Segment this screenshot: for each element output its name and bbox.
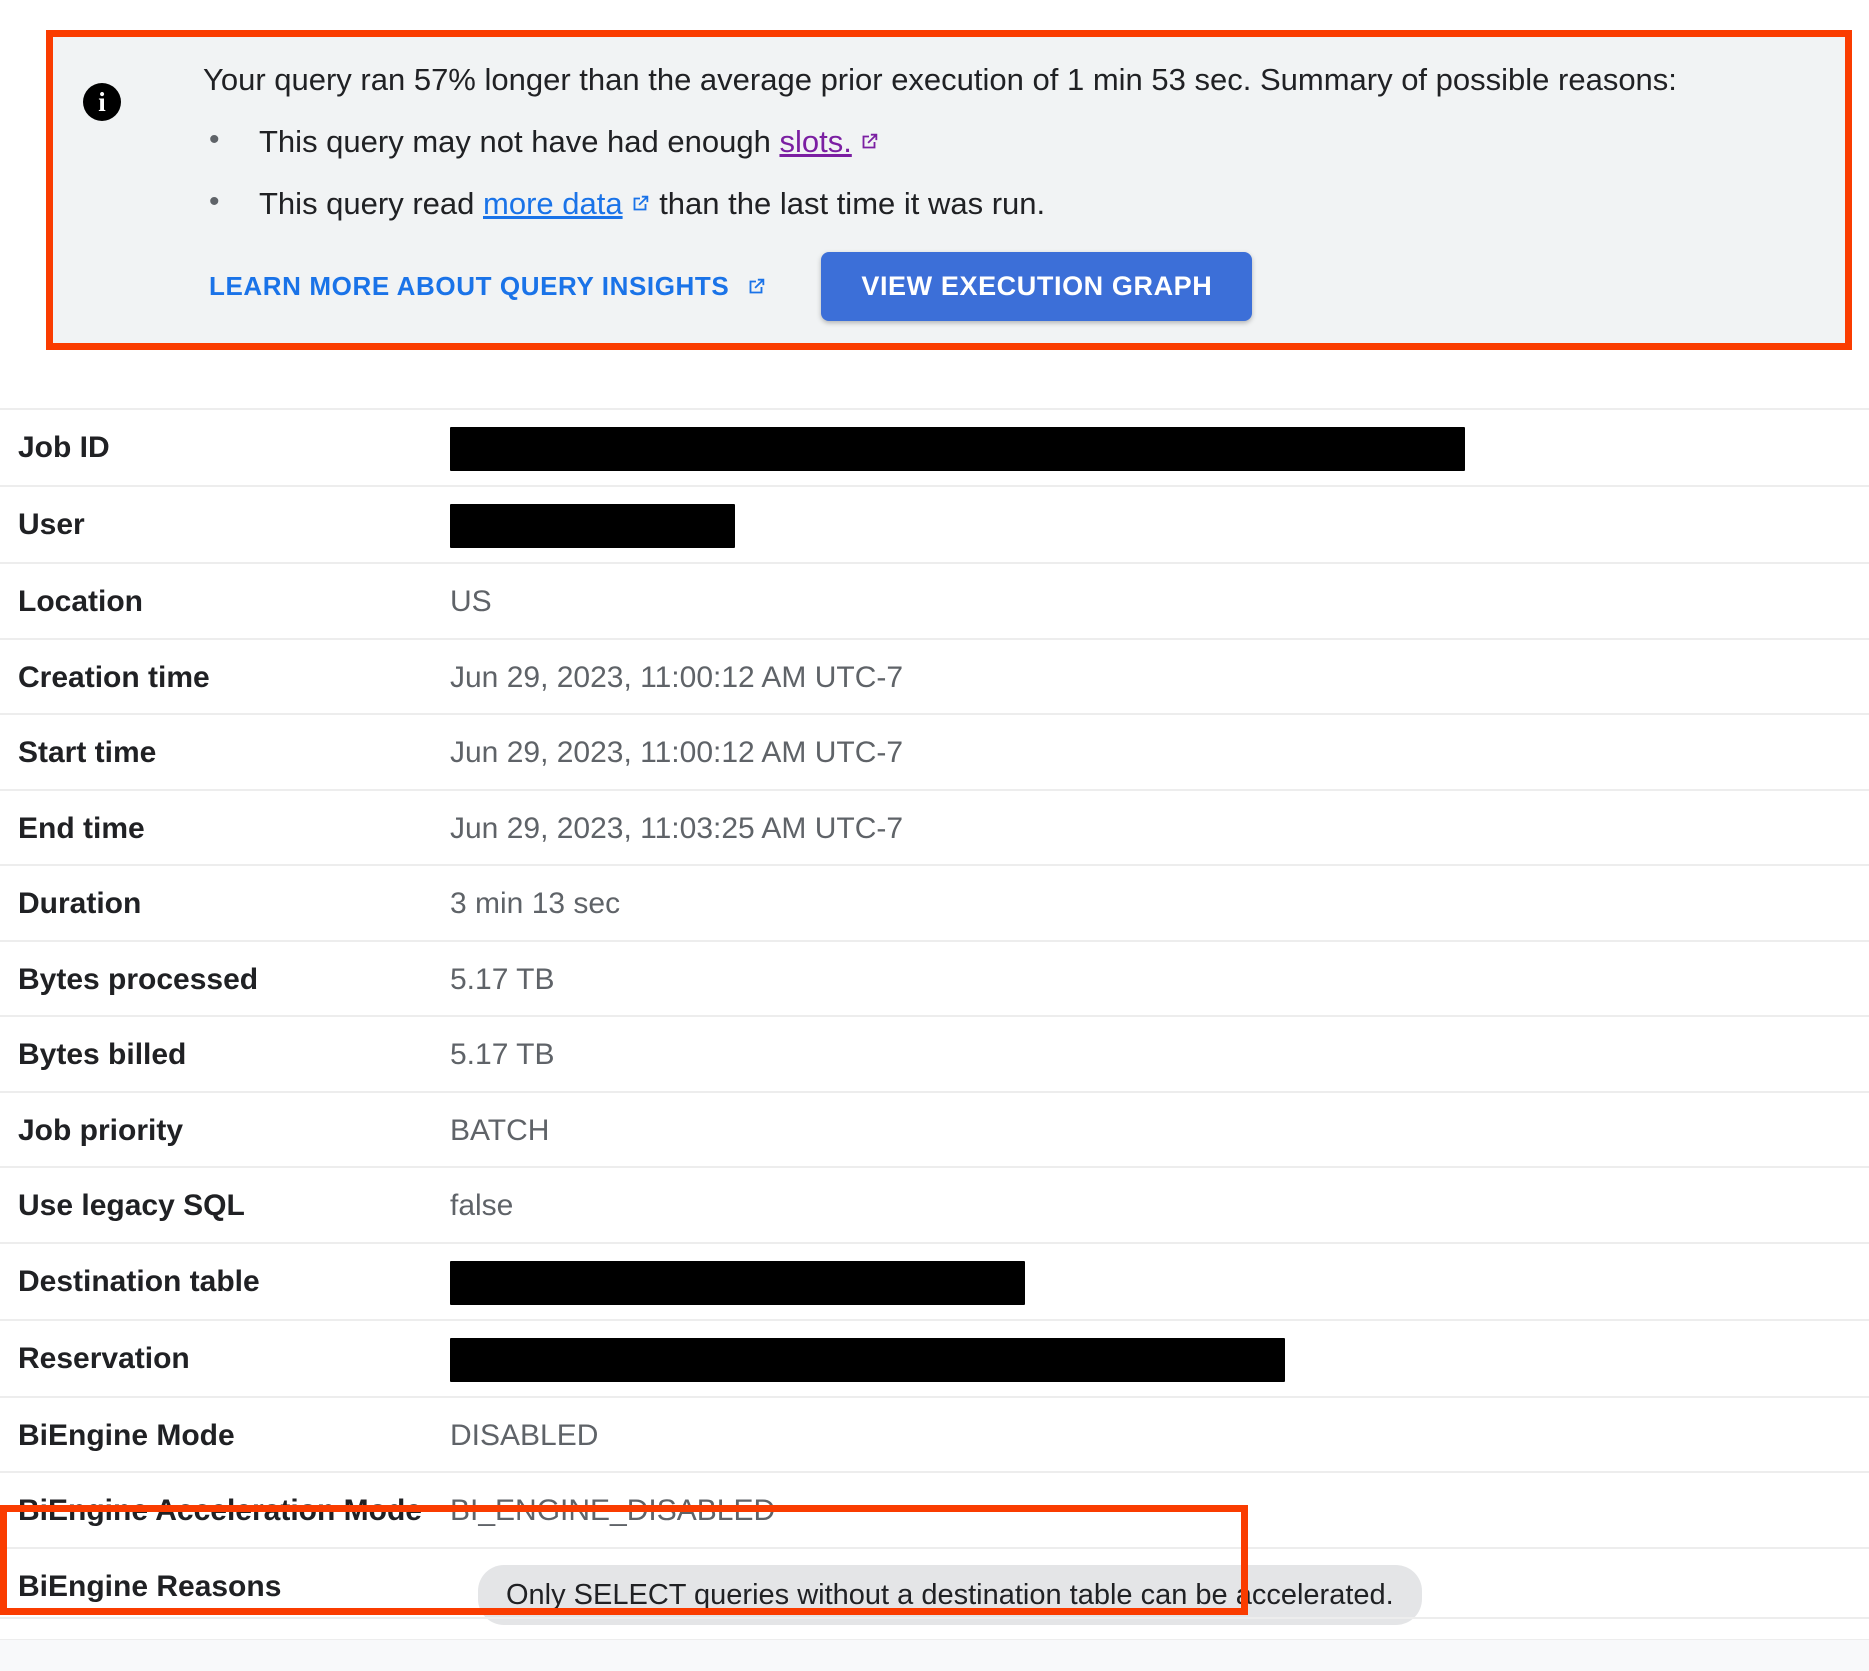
row-value: US (450, 585, 492, 619)
row-label: Destination table (18, 1264, 260, 1298)
row-label: User (18, 508, 85, 542)
redacted-value (450, 1244, 1869, 1319)
row-value: BATCH (450, 1113, 550, 1147)
row-label: Start time (18, 736, 157, 770)
external-link-icon (858, 131, 880, 153)
table-row: Creation time Jun 29, 2023, 11:00:12 AM U… (0, 637, 1869, 714)
row-value: 5.17 TB (450, 1038, 555, 1072)
table-row: BiEngine Acceleration Mode BI_ENGINE_DISA… (0, 1471, 1869, 1547)
redaction-bar (450, 427, 1465, 472)
info-icon: i (83, 83, 121, 121)
view-execution-graph-button[interactable]: VIEW EXECUTION GRAPH (821, 252, 1253, 321)
row-label: Location (18, 585, 143, 619)
banner-content: i Your query ran 57% longer than the ave… (53, 37, 1845, 343)
job-details-page: i Your query ran 57% longer than the ave… (0, 0, 1869, 1671)
learn-more-label: LEARN MORE ABOUT QUERY INSIGHTS (209, 271, 730, 301)
bullet-1-prefix: This query may not have had enough (259, 123, 780, 159)
table-row: Location US (0, 562, 1869, 638)
list-item: This query may not have had enough slots… (203, 120, 1825, 162)
row-label: BiEngine Reasons (18, 1569, 282, 1603)
row-value: BI_ENGINE_DISABLED (450, 1494, 776, 1528)
row-value: Jun 29, 2023, 11:03:25 AM UTC-7 (450, 811, 904, 845)
row-label: End time (18, 811, 145, 845)
table-row: Duration 3 min 13 sec (0, 864, 1869, 940)
row-value: DISABLED (450, 1418, 599, 1452)
redacted-value (450, 487, 1869, 562)
bullet-2-prefix: This query read (259, 186, 483, 222)
table-row: BiEngine Mode DISABLED (0, 1395, 1869, 1472)
redacted-value (450, 410, 1869, 485)
redaction-bar (450, 1337, 1285, 1382)
row-label: Creation time (18, 660, 210, 694)
table-row: Start time Jun 29, 2023, 11:00:12 AM UTC-… (0, 713, 1869, 789)
banner-actions: LEARN MORE ABOUT QUERY INSIGHTS VIEW EXE… (203, 252, 1253, 321)
row-label: Duration (18, 887, 142, 921)
footer-strip (0, 1640, 1869, 1671)
external-link-icon (745, 276, 767, 298)
table-row: BiEngine Reasons Only SELECT queries with… (0, 1546, 1869, 1639)
query-insights-banner: i Your query ran 57% longer than the ave… (46, 30, 1852, 350)
table-row: Bytes processed 5.17 TB (0, 939, 1869, 1016)
learn-more-about-query-insights-link[interactable]: LEARN MORE ABOUT QUERY INSIGHTS (203, 263, 773, 310)
banner-reason-list: This query may not have had enough slots… (203, 120, 1825, 225)
row-value: Jun 29, 2023, 11:00:12 AM UTC-7 (450, 660, 904, 694)
row-value: 3 min 13 sec (450, 887, 621, 921)
row-label: Job ID (18, 431, 110, 464)
row-value: false (450, 1189, 514, 1223)
redacted-value (450, 1321, 1869, 1396)
row-value: 5.17 TB (450, 962, 555, 996)
table-bottom-divider (0, 1617, 1869, 1619)
list-item: This query read more data than the last … (203, 182, 1825, 224)
table-row: Job priority BATCH (0, 1090, 1869, 1167)
table-row: Job ID (0, 408, 1869, 485)
row-label: Bytes billed (18, 1038, 187, 1072)
row-label: BiEngine Mode (18, 1418, 235, 1452)
chip-group: Only SELECT queries without a destinatio… (450, 1549, 1869, 1639)
row-label: Reservation (18, 1341, 190, 1375)
table-row: User (0, 485, 1869, 562)
redaction-bar (450, 504, 735, 549)
table-row: Bytes billed 5.17 TB (0, 1015, 1869, 1091)
banner-headline: Your query ran 57% longer than the avera… (203, 62, 1677, 97)
slots-link[interactable]: slots. (779, 124, 851, 159)
external-link-icon (629, 193, 651, 215)
redaction-bar (450, 1260, 1025, 1305)
table-row: Use legacy SQL false (0, 1166, 1869, 1242)
table-row: Destination table (0, 1241, 1869, 1319)
more-data-link[interactable]: more data (483, 186, 623, 221)
bullet-2-suffix: than the last time it was run. (650, 186, 1046, 222)
table-row: End time Jun 29, 2023, 11:03:25 AM UTC-7 (0, 788, 1869, 865)
row-label: Job priority (18, 1113, 184, 1147)
status-badge[interactable]: Only SELECT queries without a destinatio… (478, 1564, 1422, 1625)
table-row: Reservation (0, 1318, 1869, 1396)
row-label: Use legacy SQL (18, 1189, 245, 1223)
job-details-table: Job ID User Location US Creation time Jun 29,… (0, 408, 1869, 1671)
row-label: BiEngine Acceleration Mode (18, 1494, 422, 1528)
row-label: Bytes processed (18, 962, 259, 996)
row-value: Jun 29, 2023, 11:00:12 AM UTC-7 (450, 736, 904, 770)
